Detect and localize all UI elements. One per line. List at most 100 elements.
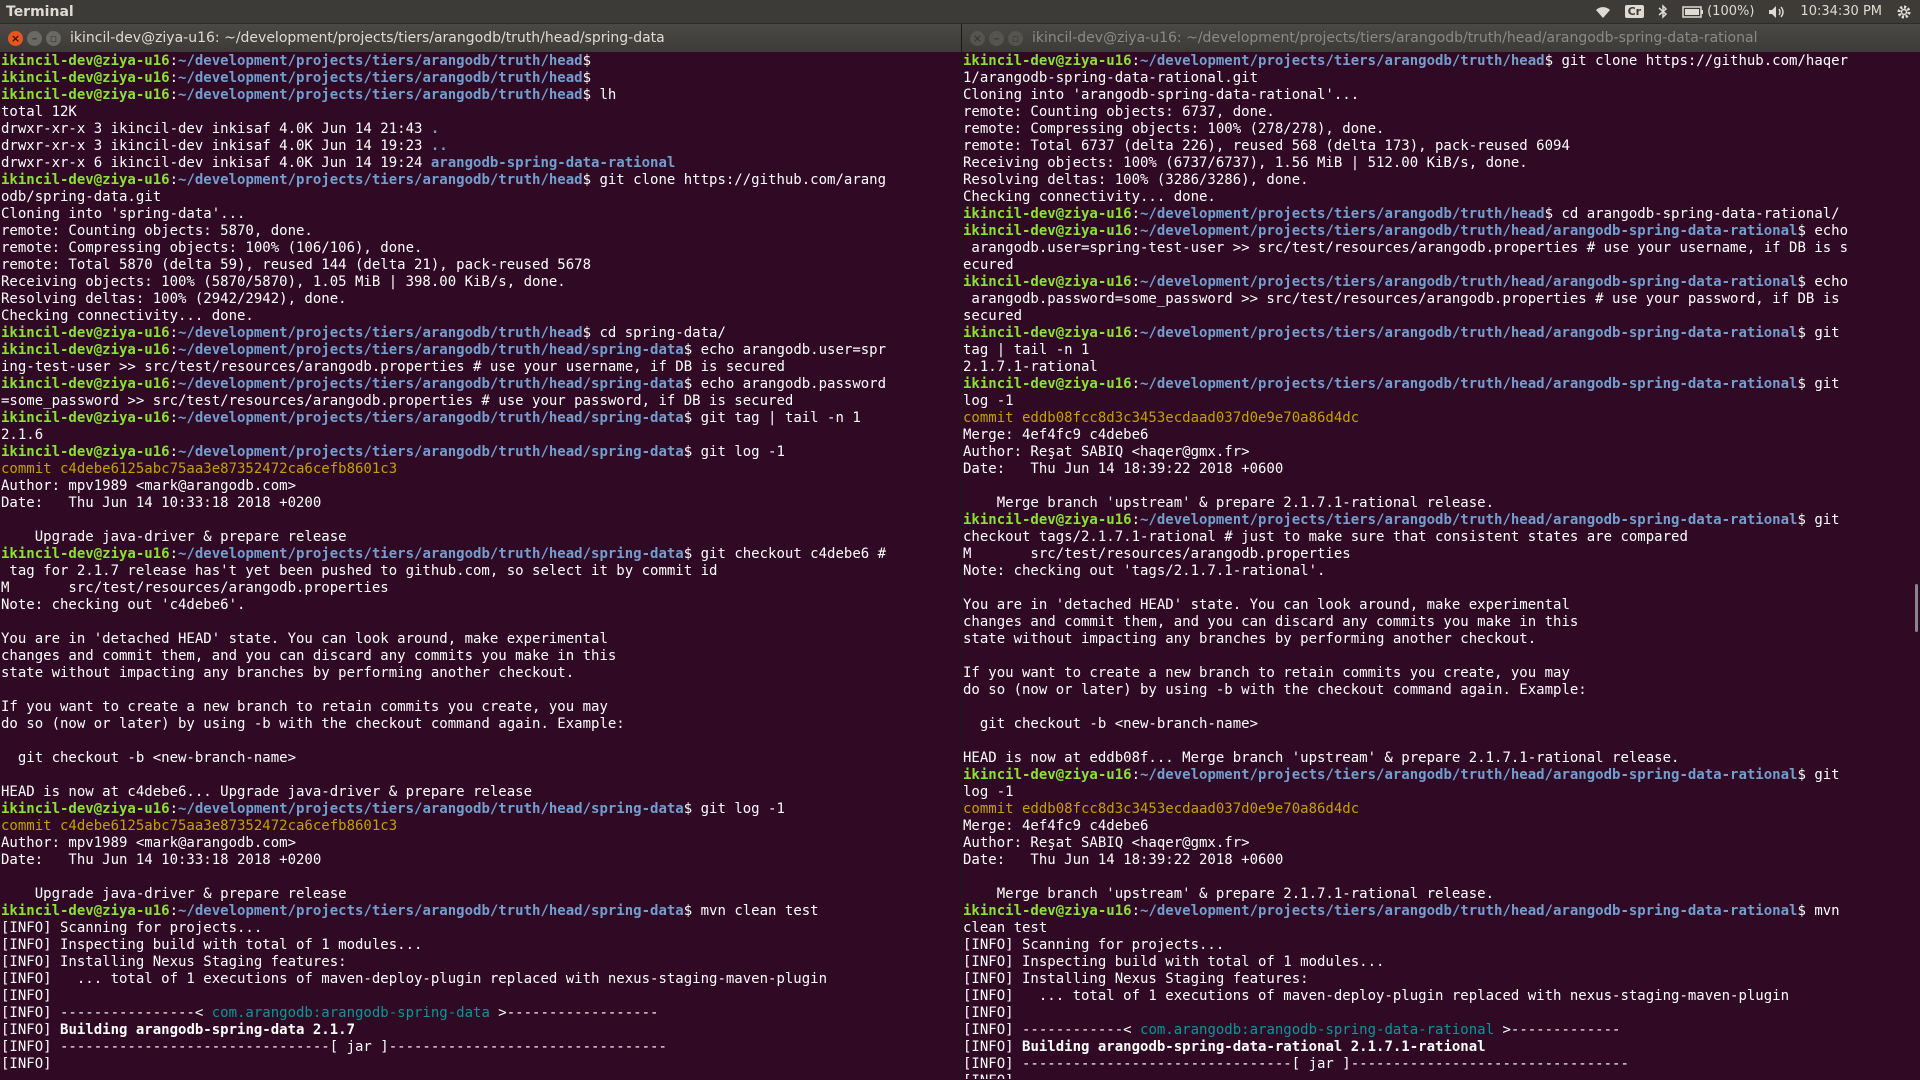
- terminal-line: commit c4debe6125abc75aa3e87352472ca6cef…: [1, 461, 961, 478]
- terminal-line: [INFO]: [1, 988, 961, 1005]
- terminal-line: clean test: [963, 920, 1920, 937]
- output-text: ecured: [963, 257, 1014, 273]
- prompt-separator: :: [169, 376, 179, 392]
- output-text: [INFO] Scanning for projects...: [963, 937, 1225, 953]
- app-menu-title[interactable]: Terminal: [0, 4, 1595, 20]
- prompt-path: ~/development/projects/tiers/arangodb/tr…: [178, 87, 583, 103]
- minimize-icon[interactable]: –: [27, 30, 42, 46]
- prompt-command: $ git: [1797, 325, 1840, 341]
- terminal-line: Merge branch 'upstream' & prepare 2.1.7.…: [963, 495, 1920, 512]
- prompt-line: ikincil-dev@ziya-u16:~/development/proje…: [963, 903, 1920, 920]
- output-text: [INFO] Scanning for projects...: [1, 920, 263, 936]
- terminal-line: Receiving objects: 100% (6737/6737), 1.5…: [963, 155, 1920, 172]
- gear-icon[interactable]: [1896, 4, 1912, 20]
- prompt-path: ~/development/projects/tiers/arangodb/tr…: [1140, 274, 1798, 290]
- prompt-separator: :: [169, 801, 179, 817]
- output-text: [INFO] Installing Nexus Staging features…: [1, 954, 347, 970]
- prompt-separator: :: [169, 87, 179, 103]
- terminal-line: 2.1.6: [1, 427, 961, 444]
- terminal-line: Upgrade java-driver & prepare release: [1, 886, 961, 903]
- maximize-icon[interactable]: ▫: [1008, 30, 1023, 46]
- prompt-separator: :: [169, 70, 179, 86]
- scrollbar-thumb[interactable]: [1915, 584, 1918, 632]
- terminal-line: [INFO] --------------------------------[…: [1, 1039, 961, 1056]
- directory-name: ..: [430, 138, 448, 154]
- prompt-user: ikincil-dev@ziya-u16: [1, 546, 170, 562]
- output-text: Receiving objects: 100% (5870/5870), 1.0…: [1, 274, 566, 290]
- window-titlebar[interactable]: × – ▫ ikincil-dev@ziya-u16: ~/developmen…: [0, 24, 961, 52]
- terminal-line: HEAD is now at eddb08f... Merge branch '…: [963, 750, 1920, 767]
- terminal-line: If you want to create a new branch to re…: [1, 699, 961, 716]
- wifi-icon[interactable]: [1595, 5, 1611, 19]
- terminal-line: 1/arangodb-spring-data-rational.git: [963, 70, 1920, 87]
- commit-hash: commit eddb08fcc8d3c3453ecdaad037d0e9e70…: [963, 801, 1360, 817]
- output-text: [INFO]: [1, 1022, 61, 1038]
- prompt-path: ~/development/projects/tiers/arangodb/tr…: [178, 376, 684, 392]
- terminal-line: Merge branch 'upstream' & prepare 2.1.7.…: [963, 886, 1920, 903]
- prompt-command: $ git: [1797, 767, 1840, 783]
- maximize-icon[interactable]: ▫: [46, 30, 61, 46]
- terminal-line: HEAD is now at c4debe6... Upgrade java-d…: [1, 784, 961, 801]
- prompt-path: ~/development/projects/tiers/arangodb/tr…: [178, 801, 684, 817]
- bluetooth-icon[interactable]: [1658, 4, 1668, 19]
- terminal-output[interactable]: ikincil-dev@ziya-u16:~/development/proje…: [0, 52, 961, 1079]
- output-text: Date: Thu Jun 14 10:33:18 2018 +0200: [1, 852, 322, 868]
- prompt-command: $ echo arangodb.user=spr: [683, 342, 887, 358]
- terminal-line: [INFO] Installing Nexus Staging features…: [963, 971, 1920, 988]
- volume-icon[interactable]: [1768, 5, 1786, 19]
- prompt-path: ~/development/projects/tiers/arangodb/tr…: [178, 172, 583, 188]
- minimize-icon[interactable]: –: [989, 30, 1004, 46]
- terminal-line: Resolving deltas: 100% (2942/2942), done…: [1, 291, 961, 308]
- prompt-user: ikincil-dev@ziya-u16: [1, 53, 170, 69]
- terminal-window-right[interactable]: × – ▫ ikincil-dev@ziya-u16: ~/developmen…: [962, 24, 1920, 1080]
- close-icon[interactable]: ×: [8, 30, 23, 46]
- prompt-line: ikincil-dev@ziya-u16:~/development/proje…: [963, 53, 1920, 70]
- prompt-separator: :: [1131, 767, 1141, 783]
- keyboard-layout-indicator[interactable]: Cr: [1624, 5, 1645, 18]
- artifact-id: com.arangodb:arangodb-spring-data-ration…: [1140, 1022, 1495, 1038]
- terminal-line: Date: Thu Jun 14 10:33:18 2018 +0200: [1, 852, 961, 869]
- terminal-window-left[interactable]: × – ▫ ikincil-dev@ziya-u16: ~/developmen…: [0, 24, 961, 1080]
- terminal-line: odb/spring-data.git: [1, 189, 961, 206]
- prompt-path: ~/development/projects/tiers/arangodb/tr…: [178, 546, 684, 562]
- battery-indicator[interactable]: (100%): [1682, 4, 1754, 19]
- output-text: Author: mpv1989 <mark@arangodb.com>: [1, 835, 297, 851]
- prompt-line: ikincil-dev@ziya-u16:~/development/proje…: [1, 53, 961, 70]
- output-text: Author: mpv1989 <mark@arangodb.com>: [1, 478, 297, 494]
- terminal-line: [INFO] Installing Nexus Staging features…: [1, 954, 961, 971]
- output-text: state without impacting any branches by …: [963, 631, 1537, 647]
- window-titlebar[interactable]: × – ▫ ikincil-dev@ziya-u16: ~/developmen…: [962, 24, 1920, 52]
- output-text: HEAD is now at eddb08f... Merge branch '…: [963, 750, 1680, 766]
- terminal-line: [INFO] ------------< com.arangodb:arango…: [963, 1022, 1920, 1039]
- prompt-user: ikincil-dev@ziya-u16: [1, 376, 170, 392]
- prompt-line: ikincil-dev@ziya-u16:~/development/proje…: [963, 376, 1920, 393]
- prompt-command: $ mvn clean test: [683, 903, 819, 919]
- output-text: total 12K: [1, 104, 77, 120]
- close-icon[interactable]: ×: [970, 30, 985, 46]
- indicator-area: Cr (100%) 10:34:30 PM: [1595, 4, 1920, 20]
- output-text: [INFO] Inspecting build with total of 1 …: [963, 954, 1385, 970]
- terminal-line: [INFO] Scanning for projects...: [963, 937, 1920, 954]
- output-text: tag for 2.1.7 release has't yet been pus…: [1, 563, 718, 579]
- terminal-line: Note: checking out 'tags/2.1.7.1-rationa…: [963, 563, 1920, 580]
- output-text: [INFO] ------------<: [963, 1022, 1141, 1038]
- output-text: Date: Thu Jun 14 18:39:22 2018 +0600: [963, 461, 1284, 477]
- prompt-path: ~/development/projects/tiers/arangodb/tr…: [1140, 903, 1798, 919]
- clock[interactable]: 10:34:30 PM: [1800, 4, 1882, 19]
- prompt-command: $ git clone https://github.com/haqer: [1544, 53, 1849, 69]
- output-text: Resolving deltas: 100% (3286/3286), done…: [963, 172, 1309, 188]
- terminal-output[interactable]: ikincil-dev@ziya-u16:~/development/proje…: [962, 52, 1920, 1079]
- prompt-line: ikincil-dev@ziya-u16:~/development/proje…: [1, 546, 961, 563]
- terminal-line: ecured: [963, 257, 1920, 274]
- commit-hash: commit c4debe6125abc75aa3e87352472ca6cef…: [1, 461, 398, 477]
- window-title: ikincil-dev@ziya-u16: ~/development/proj…: [70, 30, 665, 46]
- prompt-separator: :: [169, 444, 179, 460]
- prompt-path: ~/development/projects/tiers/arangodb/tr…: [1140, 223, 1798, 239]
- output-text: Upgrade java-driver & prepare release: [1, 529, 347, 545]
- output-text: If you want to create a new branch to re…: [1, 699, 608, 715]
